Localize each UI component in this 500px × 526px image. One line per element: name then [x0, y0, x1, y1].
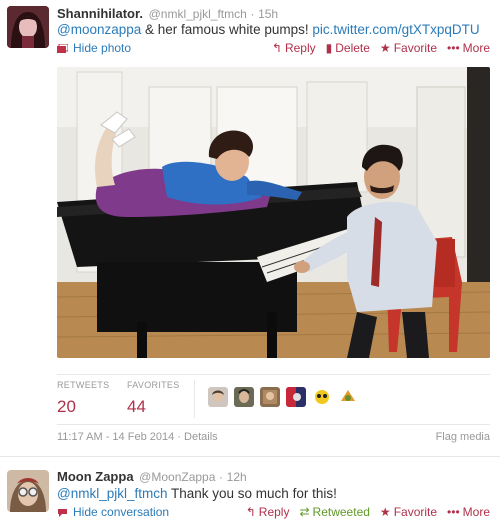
tweet-photo[interactable]: [57, 67, 490, 358]
reply-icon: ↰: [271, 41, 282, 55]
tweet-timestamp[interactable]: 11:17 AM - 14 Feb 2014: [57, 431, 174, 443]
retweets-stat[interactable]: RETWEETS 20: [57, 380, 109, 417]
reply-button[interactable]: ↰ Reply: [246, 505, 290, 519]
favoriter-avatars: [208, 387, 358, 407]
meta-divider: [57, 424, 490, 425]
trash-icon: ▮: [325, 41, 333, 55]
flag-media-link[interactable]: Flag media: [436, 431, 490, 443]
star-icon: ★: [379, 41, 391, 55]
hide-photo-label: Hide photo: [73, 41, 132, 55]
reply-label: Reply: [284, 41, 316, 55]
tweet-actions-row: Hide photo ↰ Reply ▮ Delete ★ Favorite •…: [57, 41, 490, 57]
tweet-body: & her famous white pumps!: [141, 22, 313, 37]
favorites-count: 44: [127, 397, 146, 416]
more-button[interactable]: ••• More: [447, 505, 490, 519]
meta-separator: ·: [177, 431, 181, 443]
tweet-stats: RETWEETS 20 FAVORITES 44: [57, 380, 490, 420]
mention-link[interactable]: @moonzappa: [57, 22, 141, 37]
more-label: More: [462, 41, 490, 55]
hide-photo-toggle[interactable]: Hide photo: [57, 41, 131, 55]
favorite-button[interactable]: ★ Favorite: [380, 505, 437, 519]
favorite-label: Favorite: [393, 505, 438, 519]
hide-conversation-label: Hide conversation: [73, 505, 170, 519]
reply-label: Reply: [258, 505, 290, 519]
favoriter-avatar[interactable]: [338, 387, 358, 407]
more-dots-icon: •••: [447, 505, 460, 519]
author-fullname[interactable]: Shannihilator.: [57, 6, 143, 21]
mention-link[interactable]: @nmkl_pjkl_ftmch: [57, 486, 168, 501]
tweet-actions: ↰ Reply ▮ Delete ★ Favorite ••• More: [272, 41, 490, 55]
more-button[interactable]: ••• More: [447, 41, 490, 55]
stats-divider: [194, 380, 195, 418]
tweet-reply: Moon Zappa @MoonZappa · 12h @nmkl_pjkl_f…: [0, 456, 500, 526]
photo-icon: [57, 43, 68, 53]
avatar-moonzappa[interactable]: [7, 470, 49, 512]
favoriter-avatar[interactable]: [208, 387, 228, 407]
header-separator: ·: [219, 470, 224, 484]
tweet-actions-row: Hide conversation ↰ Reply ⇄ Retweeted ★ …: [57, 505, 490, 521]
tweet-text: @nmkl_pjkl_ftmch Thank you so much for t…: [57, 486, 337, 501]
more-label: More: [462, 505, 490, 519]
favorite-button[interactable]: ★ Favorite: [380, 41, 437, 55]
reply-icon: ↰: [245, 505, 256, 519]
reply-button[interactable]: ↰ Reply: [272, 41, 316, 55]
retweeted-label: Retweeted: [312, 505, 370, 519]
tweet-actions: ↰ Reply ⇄ Retweeted ★ Favorite ••• More: [246, 505, 490, 519]
favorites-stat[interactable]: FAVORITES 44: [127, 380, 180, 417]
favoriter-avatar[interactable]: [260, 387, 280, 407]
photo-link[interactable]: pic.twitter.com/gtXTxpqDTU: [312, 22, 479, 37]
favorite-label: Favorite: [393, 41, 438, 55]
favorites-label: FAVORITES: [127, 380, 180, 390]
author-screenname[interactable]: @MoonZappa: [139, 470, 215, 484]
tweet-time[interactable]: 15h: [258, 7, 278, 21]
hide-conversation-toggle[interactable]: Hide conversation: [57, 505, 169, 519]
star-icon: ★: [379, 505, 391, 519]
tweet-text: @moonzappa & her famous white pumps! pic…: [57, 22, 480, 37]
retweet-icon: ⇄: [299, 505, 310, 519]
details-link[interactable]: Details: [184, 431, 218, 443]
tweet-body: Thank you so much for this!: [167, 486, 337, 501]
favoriter-avatar[interactable]: [286, 387, 306, 407]
retweeted-button[interactable]: ⇄ Retweeted: [299, 505, 369, 519]
avatar-shannihilator[interactable]: [7, 6, 49, 48]
header-separator: ·: [250, 7, 255, 21]
retweets-count: 20: [57, 397, 76, 416]
favoriter-avatar[interactable]: [312, 387, 332, 407]
favoriter-avatar[interactable]: [234, 387, 254, 407]
author-screenname[interactable]: @nmkl_pjkl_ftmch: [149, 7, 247, 21]
conversation-icon: [58, 508, 67, 517]
tweet-time[interactable]: 12h: [227, 470, 247, 484]
stats-top-divider: [57, 374, 490, 375]
retweets-label: RETWEETS: [57, 380, 110, 390]
delete-label: Delete: [335, 41, 370, 55]
author-fullname[interactable]: Moon Zappa: [57, 469, 134, 484]
timestamp-details: 11:17 AM - 14 Feb 2014 · Details: [57, 431, 218, 443]
delete-button[interactable]: ▮ Delete: [326, 41, 370, 55]
tweet-header: Moon Zappa @MoonZappa · 12h: [57, 469, 247, 484]
more-dots-icon: •••: [447, 41, 460, 55]
tweet-header: Shannihilator. @nmkl_pjkl_ftmch · 15h: [57, 6, 278, 21]
tweet-original: Shannihilator. @nmkl_pjkl_ftmch · 15h @m…: [0, 0, 500, 456]
